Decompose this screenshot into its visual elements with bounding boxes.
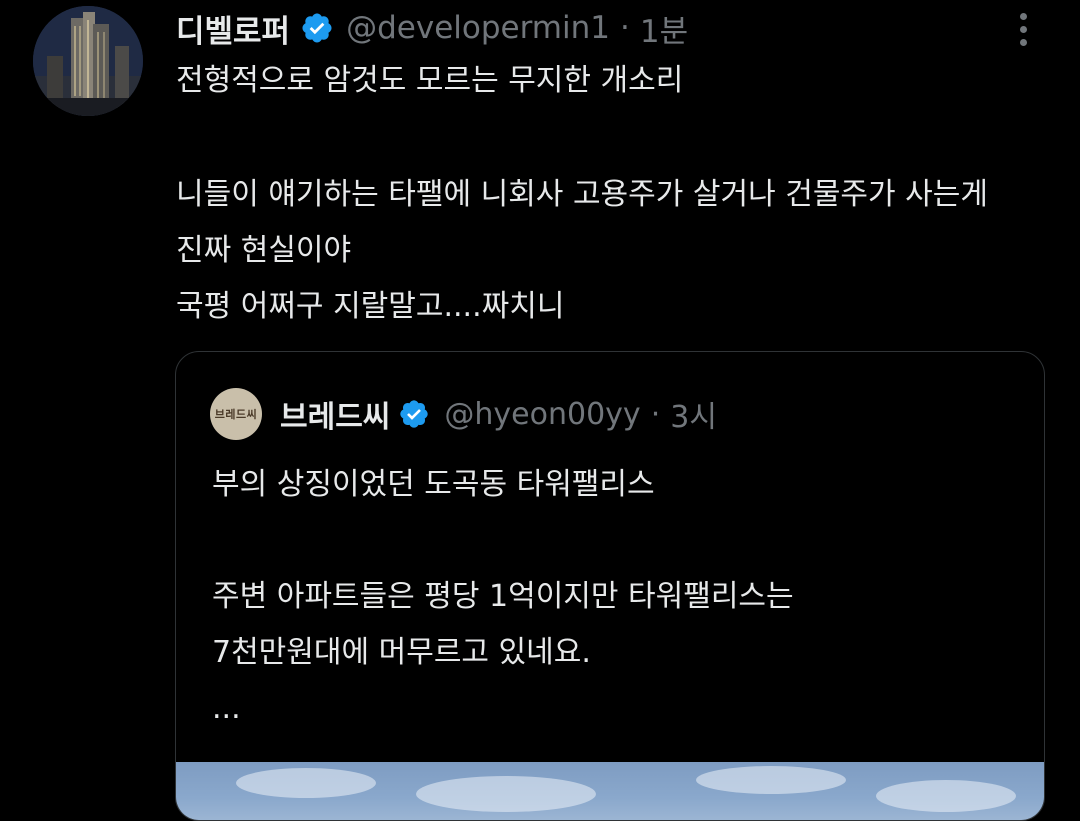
quoted-tweet-card[interactable]: 브레드씨 브레드씨 @hyeon00yy · 3시 부의 상징이었던 도곡동 타… — [175, 351, 1045, 821]
quote-text-line: 7천만원대에 머무르고 있네요. — [212, 635, 591, 670]
tweet-timestamp[interactable]: 1분 — [640, 6, 688, 51]
separator-dot: · — [619, 10, 630, 46]
tweet-text-line: 니들이 얘기하는 타팰에 니회사 고용주가 살거나 건물주가 사는게 — [176, 177, 988, 212]
quote-avatar-logo-text: 브레드씨 — [214, 408, 258, 421]
author-avatar[interactable] — [33, 6, 143, 116]
tweet-text-line: 진짜 현실이야 — [176, 233, 352, 268]
quote-author-display-name[interactable]: 브레드씨 — [280, 392, 390, 436]
city-tower-night-icon — [33, 6, 143, 116]
tweet-text-line: 국평 어쩌구 지랄말고....짜치니 — [176, 289, 565, 324]
verified-badge-icon[interactable] — [300, 11, 334, 45]
author-display-name[interactable]: 디벨로퍼 — [176, 6, 290, 51]
tweet-text-line: 전형적으로 암것도 모르는 무지한 개소리 — [176, 63, 684, 98]
more-vertical-icon[interactable] — [1006, 8, 1040, 50]
quote-text-line: 주변 아파트들은 평당 1억이지만 타워팰리스는 — [212, 579, 794, 614]
verified-badge-icon[interactable] — [398, 398, 430, 430]
quote-author-handle[interactable]: @hyeon00yy — [444, 397, 640, 432]
sky-photo-preview[interactable] — [176, 762, 1044, 820]
quote-text-ellipsis: ... — [212, 691, 241, 726]
author-handle[interactable]: @developermin1 — [346, 10, 610, 46]
quote-header: 브레드씨 @hyeon00yy · 3시 — [280, 388, 717, 440]
quote-author-avatar[interactable]: 브레드씨 — [210, 388, 262, 440]
quote-text-line: 부의 상징이었던 도곡동 타워팰리스 — [212, 467, 655, 502]
tweet-header: 디벨로퍼 @developermin1 · 1분 — [176, 4, 688, 52]
separator-dot: · — [650, 396, 661, 432]
quote-timestamp[interactable]: 3시 — [670, 392, 717, 436]
